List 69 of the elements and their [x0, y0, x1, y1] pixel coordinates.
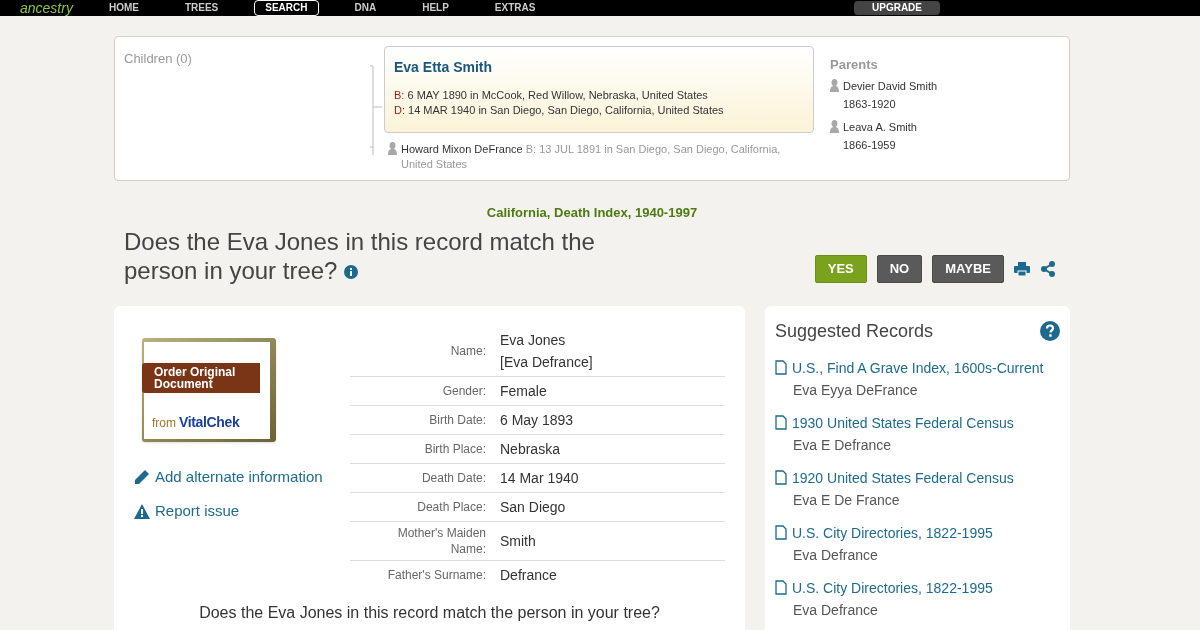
match-question: Does the Eva Jones in this record match the person in your tree? — [124, 226, 596, 285]
field-label: Gender: — [441, 382, 486, 399]
person-silhouette-icon — [388, 142, 397, 155]
action-link[interactable]: Add alternate information — [155, 465, 323, 488]
birth-fact: B: 6 MAY 1890 in McCook, Red Willow, Nebraska, United States — [394, 88, 709, 103]
parent-years: 1866-1959 — [843, 137, 897, 153]
parent-name[interactable]: Devier David Smith — [843, 78, 938, 94]
bottom-question: Does the Eva Jones in this record match the person in your tree? — [199, 602, 660, 623]
field-value: Eva Jones — [500, 330, 567, 350]
record-link[interactable]: U.S. City Directories, 1822-1995 — [792, 521, 993, 544]
document-icon — [775, 415, 787, 430]
record-link[interactable]: 1920 United States Federal Census — [792, 466, 1014, 489]
parents-label: Parents — [830, 56, 879, 74]
field-value: 14 Mar 1940 — [500, 468, 579, 488]
answer-button[interactable]: NO — [876, 254, 923, 283]
document-icon — [775, 470, 787, 485]
field-label: Birth Place: — [423, 440, 486, 457]
record-person: Eva Defrance — [792, 600, 879, 620]
print-icon[interactable] — [1014, 261, 1030, 276]
logo[interactable]: ancestry — [20, 1, 73, 15]
nav-tab[interactable]: DNA — [344, 1, 387, 15]
children-label: Children (0) — [124, 51, 192, 66]
record-link[interactable]: 1930 United States Federal Census — [792, 411, 1014, 434]
death-fact: D: 14 MAR 1940 in San Diego, San Diego, California, United States — [394, 103, 725, 118]
nav-tab[interactable]: SEARCH — [254, 0, 319, 16]
record-person: Eva Defrance — [792, 545, 879, 565]
record-person: Eva E Defrance — [792, 435, 893, 455]
answer-button[interactable]: MAYBE — [932, 254, 1004, 283]
spouse-entry[interactable]: Howard Mixon DeFrance B: 13 JUL 1891 in San Diego, San Diego, California, United States — [401, 142, 811, 172]
collection-title[interactable]: California, Death Index, 1940-1997 — [486, 203, 698, 223]
field-value: Defrance — [500, 565, 557, 585]
document-icon — [775, 580, 787, 595]
field-label: Mother's Maiden Name: — [396, 524, 486, 557]
pencil-icon — [134, 468, 150, 485]
field-value: Smith — [500, 531, 536, 551]
upgrade-button[interactable]: UPGRADE — [854, 1, 940, 15]
panel-title: Suggested Records — [775, 319, 934, 343]
order-document-banner[interactable]: Order Original Document from VitalChek — [142, 337, 276, 442]
person-card[interactable]: Eva Etta Smith B: 6 MAY 1890 in McCook, Red Willow, Nebraska, United States D: 14 MAR 1940 in San Diego, San Diego, California, United States — [384, 46, 814, 133]
field-value: Female — [500, 381, 547, 401]
record-person: Eva E De France — [792, 490, 901, 510]
person-name[interactable]: Eva Etta Smith — [394, 57, 804, 78]
field-value: [Eva Defrance] — [500, 352, 593, 372]
field-label: Death Date: — [420, 469, 486, 486]
nav-tab[interactable]: HELP — [412, 1, 459, 15]
field-label: Birth Date: — [428, 411, 486, 428]
record-link[interactable]: U.S., Find A Grave Index, 1600s-Current — [792, 356, 1044, 379]
field-label: Name: — [449, 342, 486, 359]
parent-years: 1863-1920 — [843, 96, 897, 112]
nav-tab[interactable]: EXTRAS — [484, 1, 546, 15]
document-icon — [775, 360, 787, 375]
action-link[interactable]: Report issue — [155, 500, 240, 523]
person-silhouette-icon — [830, 119, 839, 133]
field-label: Father's Surname: — [386, 566, 486, 583]
record-link[interactable]: U.S. City Directories, 1822-1995 — [792, 576, 993, 599]
help-icon[interactable] — [1040, 321, 1060, 341]
field-label: Death Place: — [416, 498, 486, 515]
document-icon — [775, 525, 787, 540]
warning-icon — [134, 503, 150, 519]
record-person: Eva Eyya DeFrance — [792, 380, 919, 400]
field-value: Nebraska — [500, 439, 560, 459]
nav-tab[interactable]: TREES — [174, 1, 229, 15]
field-value: 6 May 1893 — [500, 410, 574, 430]
person-silhouette-icon — [830, 78, 839, 92]
info-icon[interactable] — [344, 265, 359, 280]
field-value: San Diego — [500, 497, 566, 517]
nav-tab[interactable]: HOME — [98, 1, 149, 15]
share-icon[interactable] — [1040, 260, 1056, 277]
parent-name[interactable]: Leava A. Smith — [843, 119, 917, 135]
